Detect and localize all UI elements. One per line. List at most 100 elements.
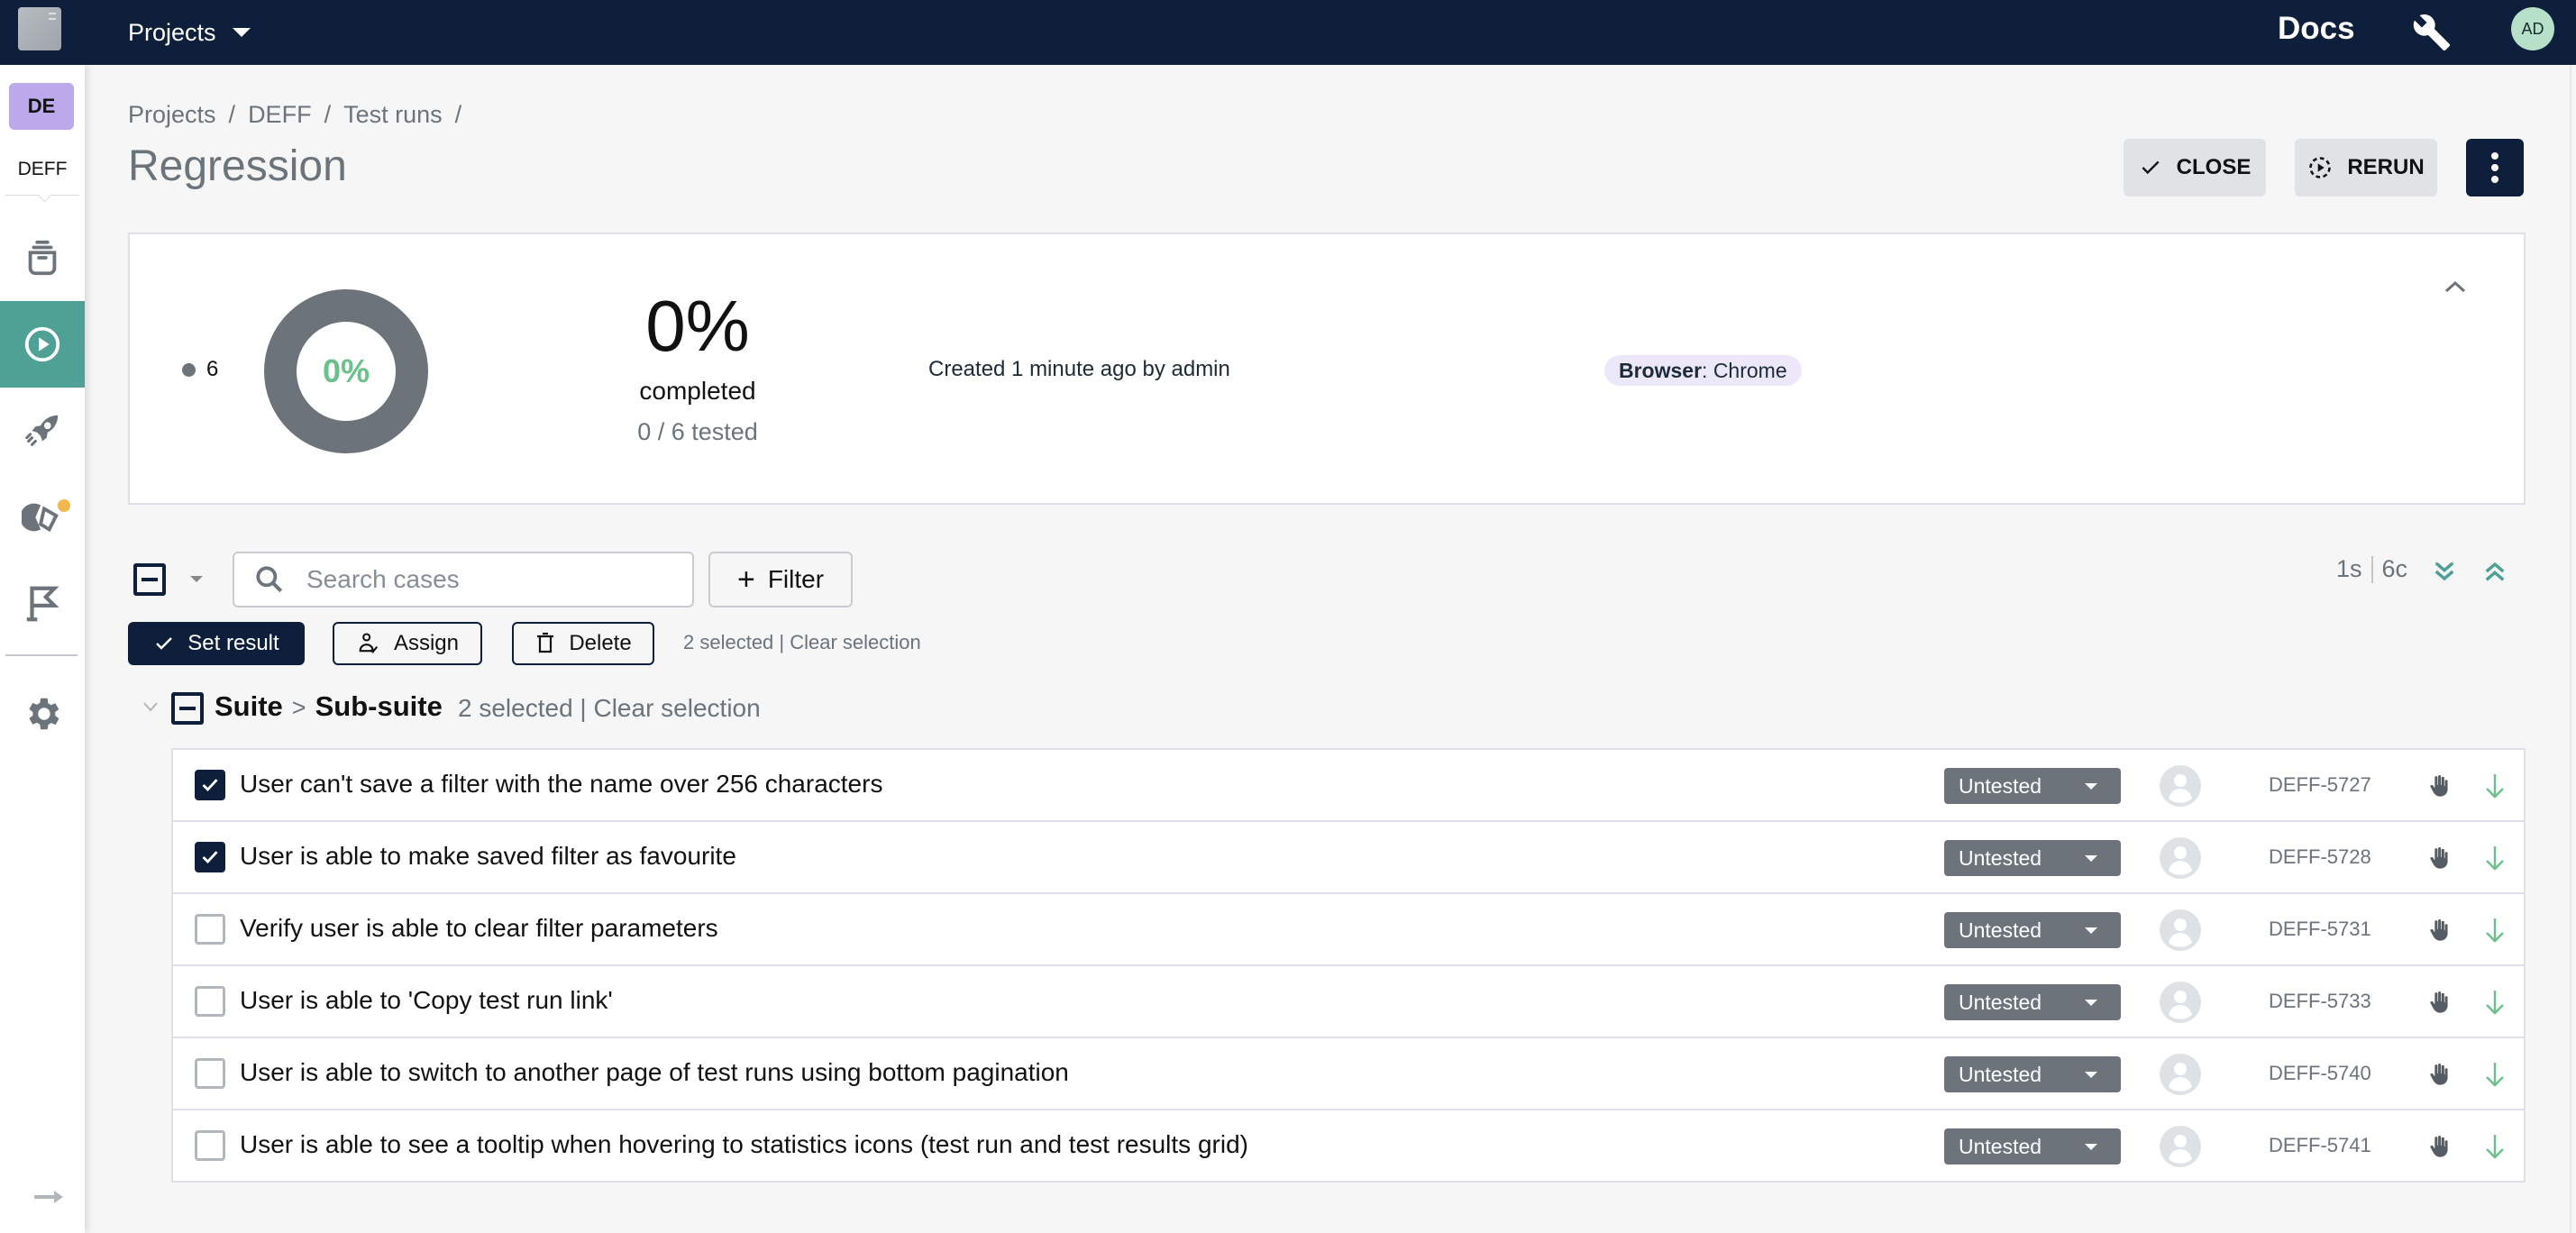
manual-hand-icon [2430,991,2448,1013]
status-dropdown[interactable]: Untested [1944,984,2121,1020]
suite-select-checkbox[interactable] [171,692,204,725]
status-dropdown[interactable]: Untested [1944,768,2121,804]
caret-down-icon [2085,1144,2097,1150]
sidebar-item-test-cases[interactable] [0,215,85,301]
case-checkbox[interactable] [195,1058,225,1089]
assign-label: Assign [393,631,460,655]
scrollbar-track[interactable] [2570,65,2571,1233]
status-dropdown[interactable]: Untested [1944,912,2121,948]
arrow-right-icon[interactable] [32,1188,65,1206]
clear-selection-link[interactable]: Clear selection [790,631,921,653]
set-result-label: Set result [187,631,279,655]
case-title[interactable]: Verify user is able to clear filter para… [240,914,718,943]
sidebar-item-settings[interactable] [0,671,85,757]
arrow-down-icon[interactable] [2482,988,2507,1017]
status-label: Untested [1959,990,2042,1014]
rerun-button[interactable]: RERUN [2295,139,2437,196]
status-dropdown[interactable]: Untested [1944,1128,2121,1164]
arrow-down-icon[interactable] [2482,772,2507,800]
project-badge[interactable]: DE [9,83,74,130]
kebab-dot [2491,176,2498,183]
cases-count: 6c [2381,555,2408,582]
manual-hand-icon [2430,1135,2448,1157]
assign-button[interactable]: Assign [333,622,482,665]
collapse-all-icon[interactable] [2480,557,2509,586]
case-checkbox[interactable] [195,1130,225,1161]
case-id: DEFF-5731 [2269,918,2371,940]
sidebar-divider [5,654,78,656]
kebab-dot [2491,164,2498,171]
rocket-icon [25,415,59,446]
case-checkbox[interactable] [195,914,225,945]
projects-dropdown[interactable]: Projects [128,13,251,52]
case-checkbox[interactable] [195,842,225,872]
docs-link[interactable]: Docs [2278,11,2355,47]
unassigned-avatar-icon[interactable] [2159,1053,2202,1096]
selected-count: 2 selected [683,631,774,653]
unassigned-avatar-icon[interactable] [2159,909,2202,952]
close-run-button[interactable]: CLOSE [2124,139,2266,196]
completed-percentage: 0% [645,286,750,366]
breadcrumb-projects[interactable]: Projects [128,101,216,129]
select-all-checkbox[interactable] [133,563,166,596]
suite-clear-selection-link[interactable]: Clear selection [593,694,760,722]
chevron-up-icon[interactable] [2443,278,2468,296]
unassigned-avatar-icon[interactable] [2159,981,2202,1024]
app-logo[interactable] [18,7,61,50]
unassigned-avatar-icon[interactable] [2159,836,2202,880]
manual-hand-icon [2430,1063,2448,1085]
search-icon [256,566,283,593]
breadcrumb-test-runs[interactable]: Test runs [343,101,443,129]
unassigned-avatar-icon[interactable] [2159,764,2202,808]
donut-center-label: 0% [322,352,370,389]
case-title[interactable]: User is able to see a tooltip when hover… [240,1130,1248,1159]
chart-legend: 6 [182,357,218,382]
project-name: DEFF [17,159,68,179]
arrow-down-icon[interactable] [2482,844,2507,872]
case-checkbox[interactable] [195,770,225,800]
sidebar-item-analytics[interactable] [0,474,85,561]
sidebar-item-milestones[interactable] [0,561,85,647]
caret-down-icon [2085,1072,2097,1078]
case-checkbox[interactable] [195,986,225,1017]
project-divider [5,195,79,196]
search-field[interactable] [233,552,694,607]
table-row: User is able to see a tooltip when hover… [173,1110,2524,1183]
flag-icon [26,586,59,622]
caret-down-icon [2085,783,2097,790]
close-run-label: CLOSE [2176,155,2252,179]
case-title[interactable]: User can't save a filter with the name o… [240,770,882,799]
more-options-button[interactable] [2466,139,2524,196]
caret-down-icon [2085,1000,2097,1006]
selection-info: 2 selected | Clear selection [683,631,921,654]
status-dropdown[interactable]: Untested [1944,1056,2121,1092]
search-input[interactable] [306,565,667,594]
case-title[interactable]: User is able to make saved filter as fav… [240,842,736,871]
user-avatar[interactable]: AD [2511,7,2554,50]
suite-case-counts: 1s 6c [2336,555,2407,583]
breadcrumb-project[interactable]: DEFF [248,101,312,129]
suite-selection-info: 2 selected | Clear selection [458,694,761,723]
status-label: Untested [1959,1134,2042,1158]
manual-hand-icon [2430,918,2448,941]
chevron-down-icon[interactable] [142,701,159,712]
arrow-down-icon[interactable] [2482,1132,2507,1161]
unassigned-avatar-icon[interactable] [2159,1125,2202,1168]
case-title[interactable]: User is able to 'Copy test run link' [240,986,613,1015]
arrow-down-icon[interactable] [2482,916,2507,945]
checkmark-icon [202,779,218,792]
case-title[interactable]: User is able to switch to another page o… [240,1058,1069,1087]
arrow-down-icon[interactable] [2482,1060,2507,1089]
sidebar-item-test-runs[interactable] [0,301,85,388]
sidebar-item-launches[interactable] [0,388,85,474]
set-result-button[interactable]: Set result [128,622,305,665]
breadcrumb-separator: / [228,101,236,128]
delete-button[interactable]: Delete [512,622,654,665]
notification-dot [58,499,70,512]
wrench-icon[interactable] [2412,13,2452,52]
status-dropdown[interactable]: Untested [1944,840,2121,876]
select-options-dropdown[interactable] [190,576,203,582]
caret-down-icon [232,28,251,37]
add-filter-button[interactable]: + Filter [708,552,853,607]
expand-all-icon[interactable] [2430,557,2459,586]
